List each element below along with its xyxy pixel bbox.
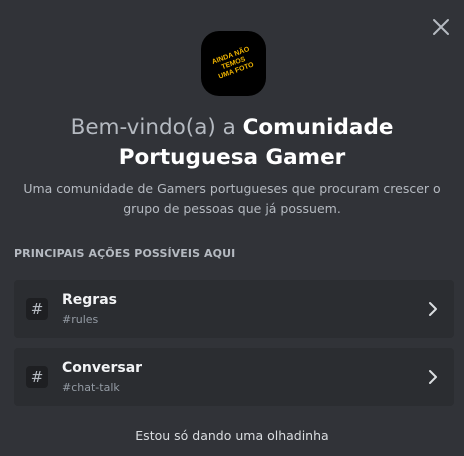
section-title: PRINCIPAIS AÇÕES POSSÍVEIS AQUI xyxy=(14,247,236,260)
action-card-rules[interactable]: # Regras #rules xyxy=(14,280,454,338)
server-icon: AINDA NÃO TEMOS UMA FOTO xyxy=(201,31,266,96)
action-label: Conversar xyxy=(62,360,143,376)
chevron-right-icon xyxy=(428,369,438,389)
modal-title: Bem-vindo(a) a Comunidade Portuguesa Gam… xyxy=(20,113,444,173)
welcome-prefix: Bem-vindo(a) a xyxy=(70,115,243,140)
action-card-chat[interactable]: # Conversar #chat-talk xyxy=(14,348,454,406)
chevron-right-icon xyxy=(428,301,438,321)
action-label: Regras xyxy=(62,292,117,308)
action-channel: #chat-talk xyxy=(62,381,120,394)
server-icon-text: AINDA NÃO TEMOS UMA FOTO xyxy=(210,45,255,81)
close-icon[interactable] xyxy=(430,16,452,38)
welcome-modal: AINDA NÃO TEMOS UMA FOTO Bem-vindo(a) a … xyxy=(0,0,464,456)
hash-icon: # xyxy=(26,298,48,320)
action-channel: #rules xyxy=(62,313,99,326)
server-description: Uma comunidade de Gamers portugueses que… xyxy=(23,181,441,216)
just-browsing-link[interactable]: Estou só dando uma olhadinha xyxy=(0,428,464,443)
hash-icon: # xyxy=(26,366,48,388)
